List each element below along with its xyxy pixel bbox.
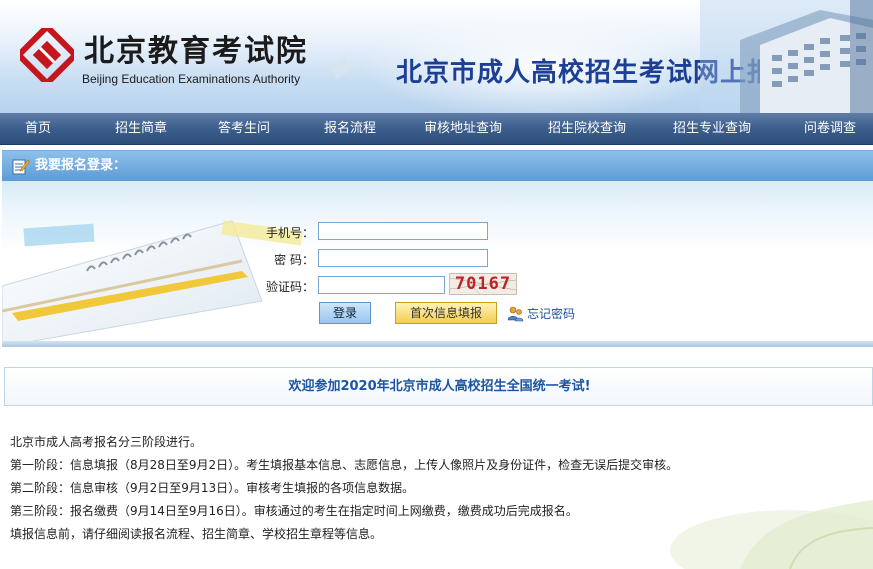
users-icon xyxy=(507,306,524,322)
info-line: 第一阶段：信息填报（8月28日至9月2日）。考生填报基本信息、志愿信息，上传人像… xyxy=(10,458,679,472)
nav-faq[interactable]: 答考生问 xyxy=(218,113,270,144)
edit-icon xyxy=(12,159,30,175)
welcome-bar: 欢迎参加2020年北京市成人高校招生全国统一考试! xyxy=(4,367,873,406)
dove-icon xyxy=(329,54,359,80)
nav-review-address-query[interactable]: 审核地址查询 xyxy=(424,113,502,144)
info-line: 第二阶段：信息审核（9月2日至9月13日）。审核考生填报的各项信息数据。 xyxy=(10,481,415,495)
captcha-label: 验证码： xyxy=(265,280,314,294)
nav-registration-process[interactable]: 报名流程 xyxy=(324,113,376,144)
phone-label: 手机号： xyxy=(265,226,314,240)
phone-input[interactable] xyxy=(318,222,488,240)
forgot-password-link[interactable]: 忘记密码 xyxy=(527,305,575,322)
header-banner: 北京教育考试院 Beijing Education Examinations A… xyxy=(0,0,873,113)
password-label: 密 码： xyxy=(274,253,314,267)
info-line: 填报信息前，请仔细阅读报名流程、招生简章、学校招生章程等信息。 xyxy=(10,527,383,541)
captcha-image[interactable]: 70167 xyxy=(449,273,517,295)
logo-chinese-name: 北京教育考试院 xyxy=(84,34,308,69)
registration-info: 北京市成人高考报名分三阶段进行。 第一阶段：信息填报（8月28日至9月2日）。考… xyxy=(10,431,870,546)
password-input[interactable] xyxy=(318,249,488,267)
captcha-text: 70167 xyxy=(454,274,512,294)
info-line: 北京市成人高考报名分三阶段进行。 xyxy=(10,435,203,449)
captcha-input[interactable] xyxy=(318,276,445,294)
login-button[interactable]: 登录 xyxy=(319,302,371,324)
info-line: 第三阶段：报名缴费（9月14日至9月16日）。审核通过的考生在指定时间上网缴费，… xyxy=(10,504,578,518)
nav-home[interactable]: 首页 xyxy=(25,113,51,144)
login-title: 我要报名登录： xyxy=(35,158,127,173)
first-time-fill-button[interactable]: 首次信息填报 xyxy=(395,302,497,324)
nav-major-query[interactable]: 招生专业查询 xyxy=(673,113,751,144)
building-illustration xyxy=(700,0,873,113)
logo-english-name: Beijing Education Examinations Authority xyxy=(82,72,301,86)
nav-institution-query[interactable]: 招生院校查询 xyxy=(548,113,626,144)
main-nav: 首页 招生简章 答考生问 报名流程 审核地址查询 招生院校查询 招生专业查询 问… xyxy=(0,113,873,145)
logo-icon xyxy=(20,28,74,82)
nav-admission-guide[interactable]: 招生简章 xyxy=(115,113,167,144)
login-panel-bottom xyxy=(2,341,873,347)
login-header: 我要报名登录： xyxy=(2,150,873,181)
welcome-text: 欢迎参加2020年北京市成人高校招生全国统一考试! xyxy=(288,379,591,394)
nav-survey[interactable]: 问卷调查 xyxy=(804,113,856,144)
